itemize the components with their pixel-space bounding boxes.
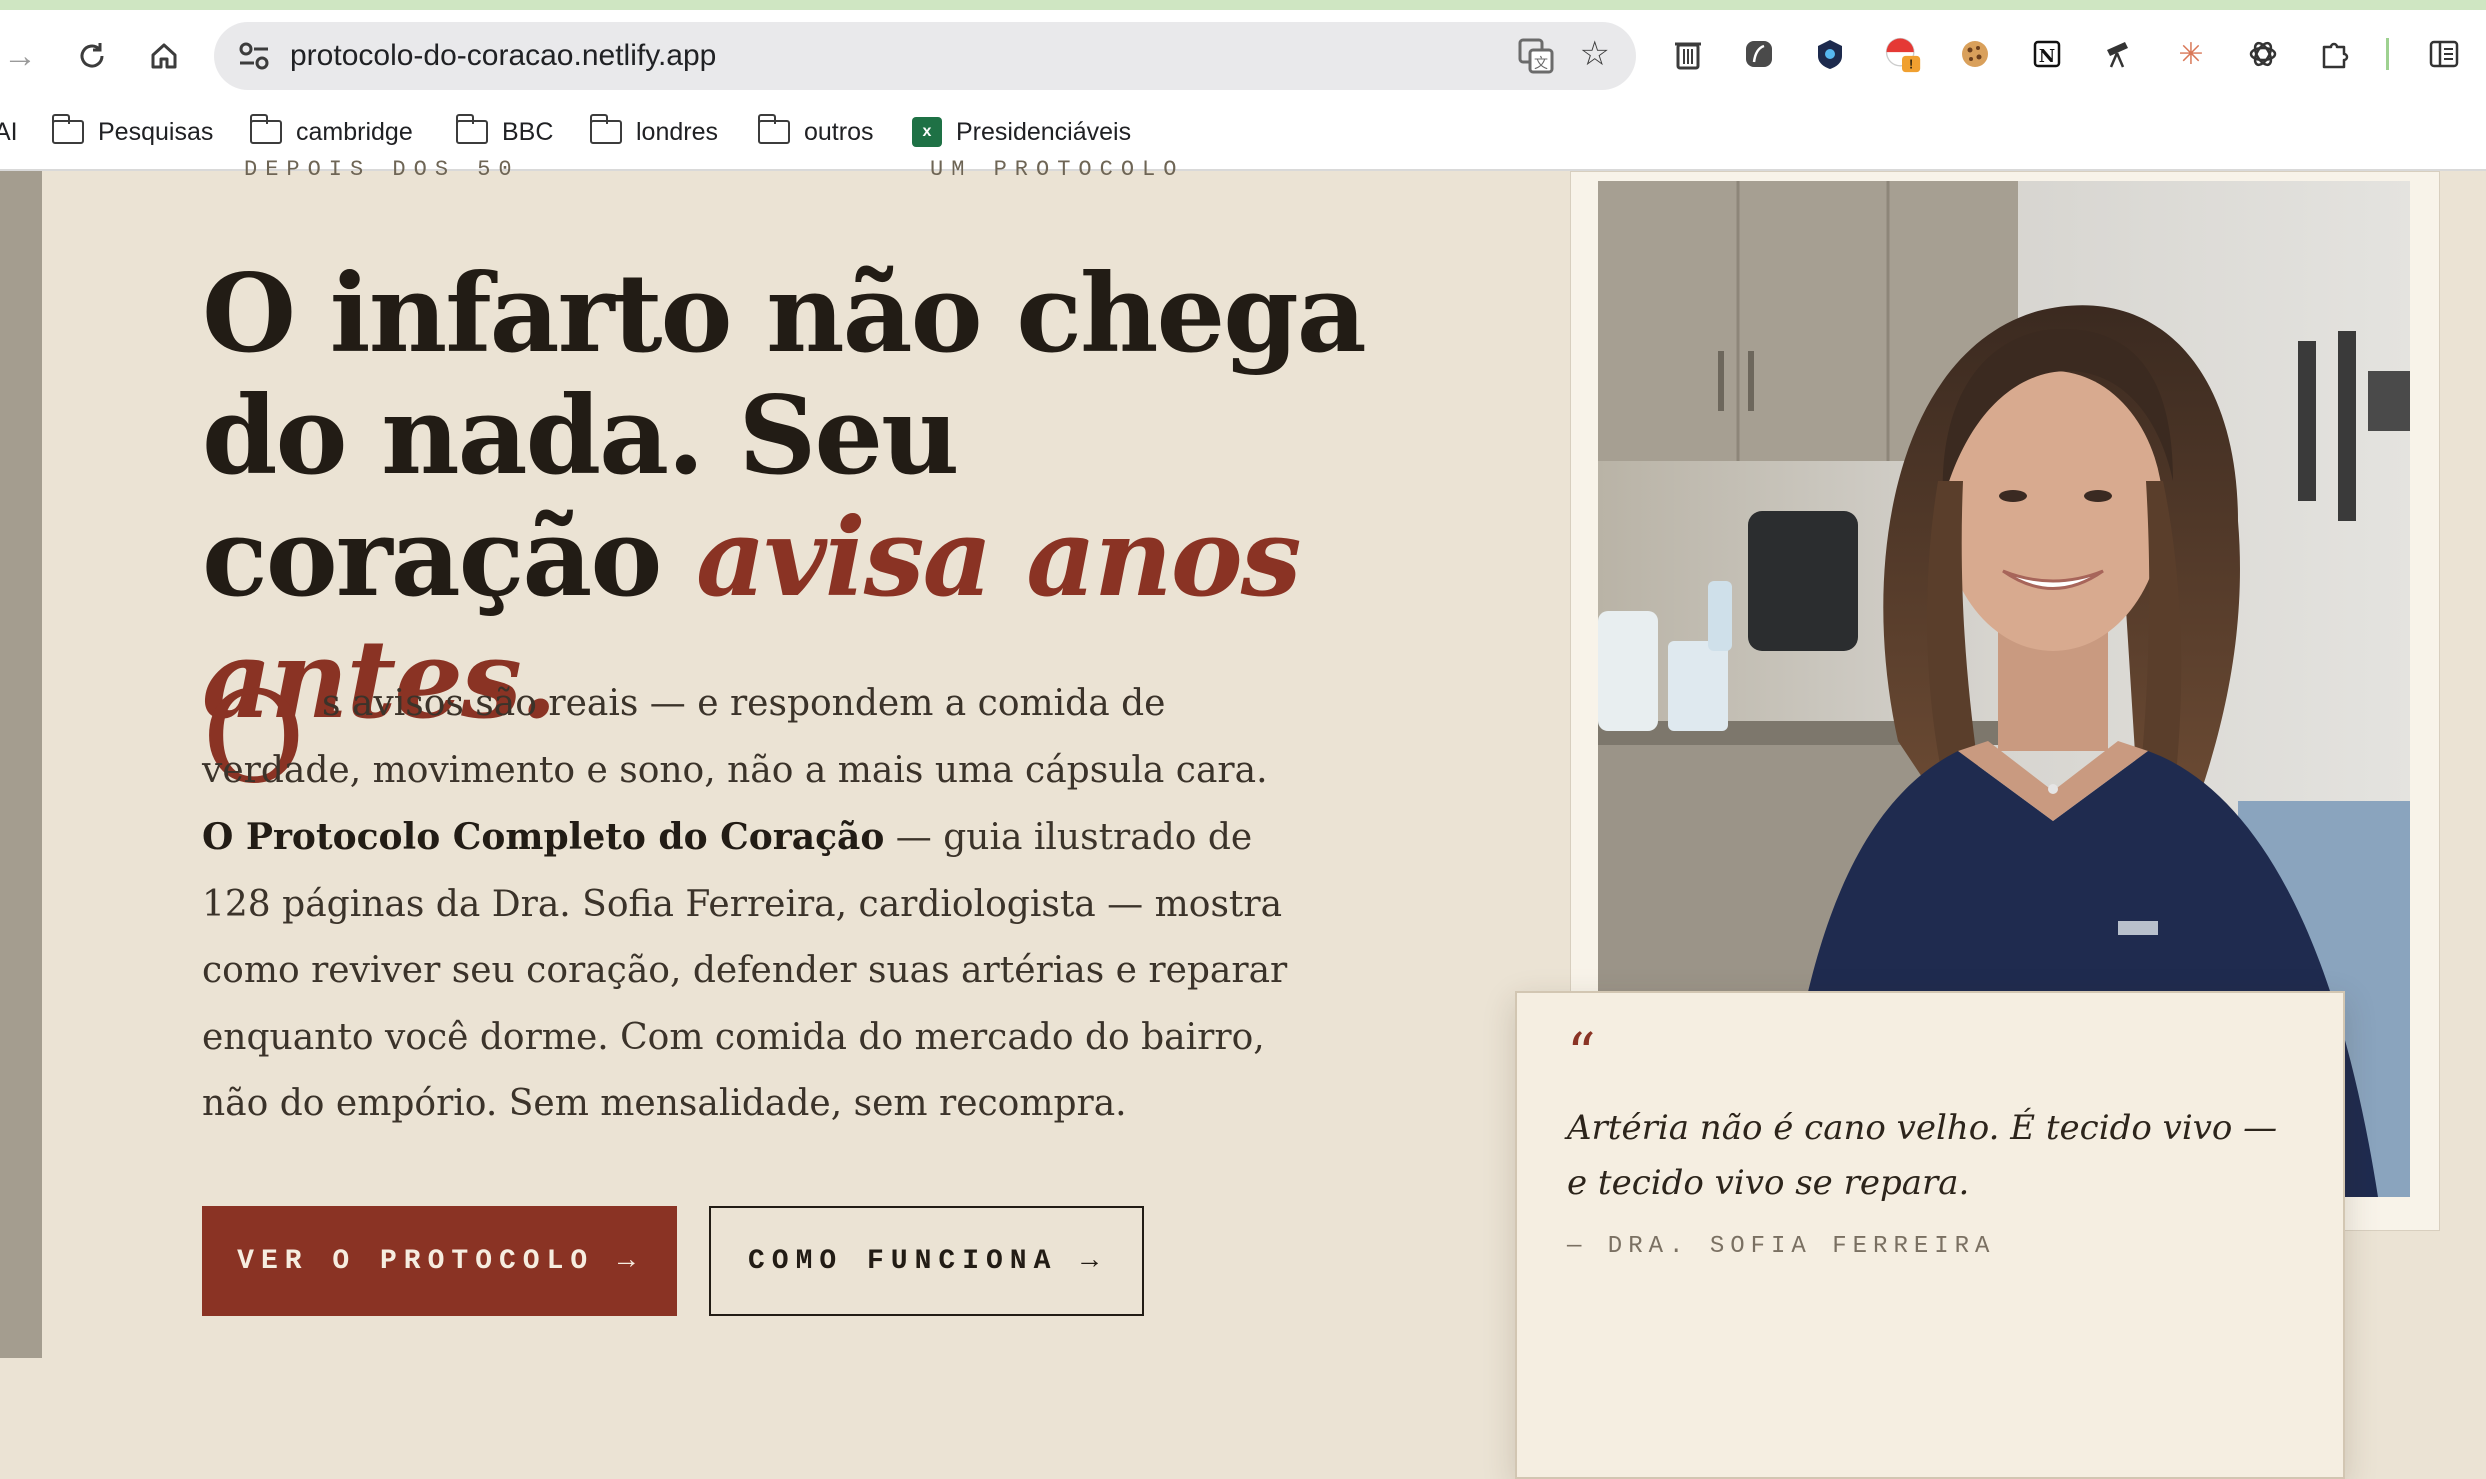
- quote-author: — DRA. SOFIA FERREIRA: [1567, 1233, 1996, 1260]
- kicker-right: UM PROTOCOLO: [930, 157, 1185, 182]
- translate-icon[interactable]: 文: [1518, 38, 1554, 74]
- reload-icon[interactable]: [64, 28, 120, 84]
- trash-icon[interactable]: [1668, 34, 1708, 74]
- openai-icon[interactable]: [2243, 34, 2283, 74]
- body-end: — guia ilustrado de 128 páginas da Dra. …: [202, 817, 1288, 1124]
- bookmark-folder-londres[interactable]: londres: [589, 112, 718, 152]
- quote-text: Artéria não é cano velho. É tecido vivo …: [1567, 1108, 2278, 1203]
- address-bar[interactable]: protocolo-do-coracao.netlify.app 文 ☆: [214, 22, 1636, 90]
- folder-icon: [455, 114, 488, 144]
- cookie-icon[interactable]: [1955, 34, 1995, 74]
- puzzle-icon[interactable]: [2315, 34, 2355, 74]
- folder-icon: [589, 114, 622, 144]
- browser-chrome: → protocolo-do-coracao.netlify.app 文 ☆ !: [0, 0, 2486, 171]
- notion-icon[interactable]: N: [2027, 34, 2067, 74]
- shield-icon[interactable]: [1810, 34, 1850, 74]
- forward-icon[interactable]: →: [0, 28, 48, 84]
- bookmark-folder-cambridge[interactable]: cambridge: [249, 112, 413, 152]
- bookmark-ai[interactable]: AI: [0, 112, 18, 152]
- bookmark-folder-bbc[interactable]: BBC: [455, 112, 553, 152]
- toolbar-divider: [2386, 38, 2389, 70]
- bookmark-folder-pesquisas[interactable]: Pesquisas: [51, 112, 213, 152]
- bookmark-folder-outros[interactable]: outros: [757, 112, 873, 152]
- kicker-left: DEPOIS DOS 50: [244, 157, 520, 182]
- site-info-icon[interactable]: [234, 36, 274, 76]
- spreadsheet-icon: x: [912, 117, 942, 147]
- svg-text:文: 文: [1534, 55, 1548, 71]
- sidebar-icon[interactable]: [2424, 34, 2464, 74]
- pokeball-alert-icon[interactable]: !: [1882, 34, 1922, 74]
- folder-icon: [757, 114, 790, 144]
- telescope-icon[interactable]: [2099, 34, 2139, 74]
- hero-body: s avisos são reais — e respondem a comid…: [202, 671, 1292, 1138]
- quote-mark: “: [1567, 1022, 1596, 1087]
- folder-icon: [51, 114, 84, 144]
- svg-text:!: !: [1909, 57, 1913, 72]
- page-content: DEPOIS DOS 50 UM PROTOCOLO O infarto não…: [0, 157, 2486, 1479]
- see-protocol-button[interactable]: VER O PROTOCOLO →: [202, 1206, 677, 1316]
- bookmark-star-icon[interactable]: ☆: [1580, 34, 1610, 74]
- claude-icon[interactable]: ✳: [2171, 34, 2211, 74]
- bookmarks-bar: AI Pesquisas cambridge BBC londres outro…: [0, 106, 2486, 154]
- home-icon[interactable]: [136, 28, 192, 84]
- left-gutter: [0, 171, 42, 1358]
- how-it-works-button[interactable]: COMO FUNCIONA →: [709, 1206, 1144, 1316]
- url-text[interactable]: protocolo-do-coracao.netlify.app: [290, 36, 716, 76]
- svg-text:N: N: [2039, 46, 2055, 67]
- feather-icon[interactable]: [1739, 34, 1779, 74]
- quote-card: “ Artéria não é cano velho. É tecido viv…: [1515, 991, 2345, 1479]
- hero-headline: O infarto não chega do nada. Seu coração…: [202, 253, 1402, 741]
- body-start: s avisos são reais — e respondem a comid…: [202, 683, 1268, 791]
- folder-icon: [249, 114, 282, 144]
- tab-strip: [0, 0, 2486, 10]
- body-bold: O Protocolo Completo do Coração: [202, 816, 885, 858]
- bookmark-presidenciaveis[interactable]: x Presidenciáveis: [912, 112, 1131, 152]
